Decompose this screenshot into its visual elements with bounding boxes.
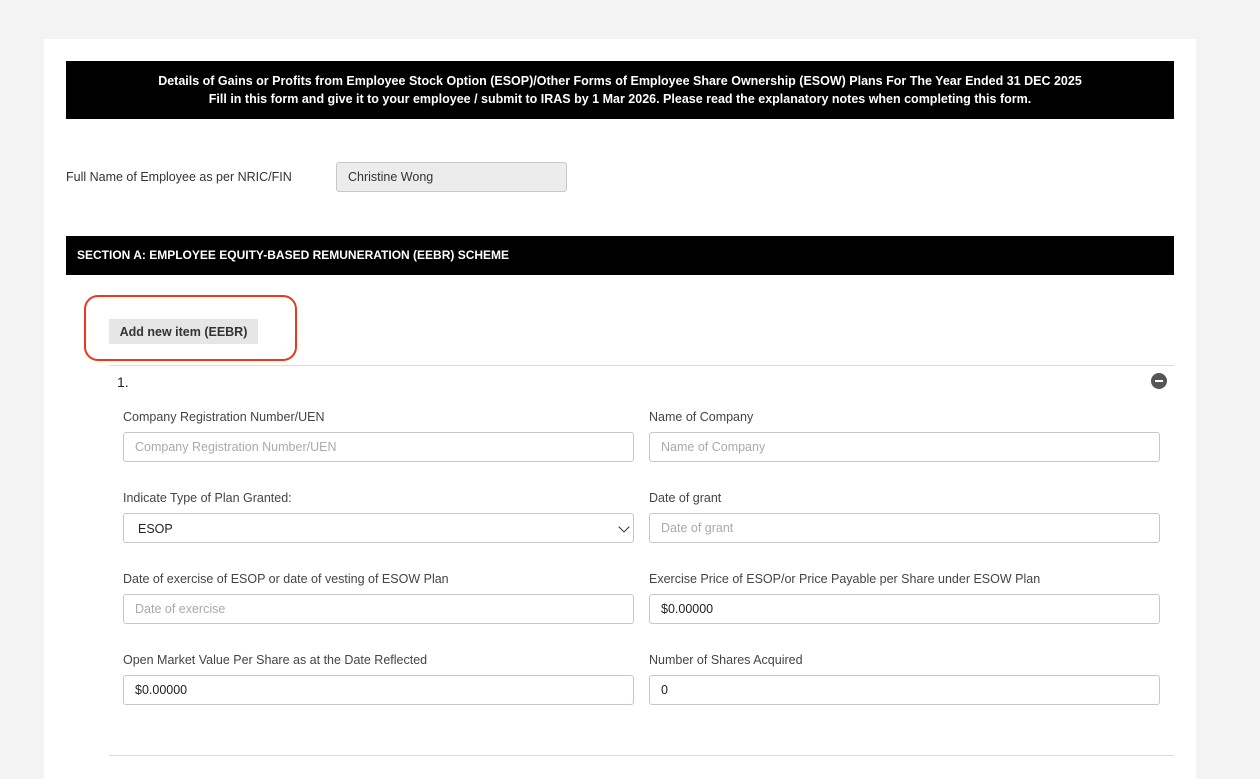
grant-date-input[interactable] xyxy=(649,513,1160,543)
form-header-banner: Details of Gains or Profits from Employe… xyxy=(66,61,1174,119)
item-divider-bottom xyxy=(109,755,1174,756)
exercise-date-input[interactable] xyxy=(123,594,634,624)
banner-title: Details of Gains or Profits from Employe… xyxy=(158,74,1082,88)
employee-name-label: Full Name of Employee as per NRIC/FIN xyxy=(66,170,292,184)
form-card: Details of Gains or Profits from Employe… xyxy=(44,39,1196,779)
company-name-input[interactable] xyxy=(649,432,1160,462)
company-name-label: Name of Company xyxy=(649,410,754,424)
grant-date-label: Date of grant xyxy=(649,491,722,505)
exercise-price-label: Exercise Price of ESOP/or Price Payable … xyxy=(649,572,1041,586)
shares-acquired-label: Number of Shares Acquired xyxy=(649,653,803,667)
add-new-item-button[interactable]: Add new item (EEBR) xyxy=(109,319,258,344)
uen-input[interactable] xyxy=(123,432,634,462)
section-a-header: SECTION A: EMPLOYEE EQUITY-BASED REMUNER… xyxy=(66,236,1174,275)
market-value-label: Open Market Value Per Share as at the Da… xyxy=(123,653,428,667)
item-number: 1. xyxy=(117,374,129,390)
banner-instructions: Fill in this form and give it to your em… xyxy=(208,92,1032,106)
plan-type-label: Indicate Type of Plan Granted: xyxy=(123,491,292,505)
exercise-price-input[interactable] xyxy=(649,594,1160,624)
shares-acquired-input[interactable] xyxy=(649,675,1160,705)
minus-circle-icon[interactable] xyxy=(1151,373,1167,389)
employee-name-field[interactable] xyxy=(336,162,567,192)
exercise-date-label: Date of exercise of ESOP or date of vest… xyxy=(123,572,449,586)
market-value-input[interactable] xyxy=(123,675,634,705)
item-divider xyxy=(109,365,1174,366)
uen-label: Company Registration Number/UEN xyxy=(123,410,325,424)
plan-type-select[interactable] xyxy=(123,513,634,543)
